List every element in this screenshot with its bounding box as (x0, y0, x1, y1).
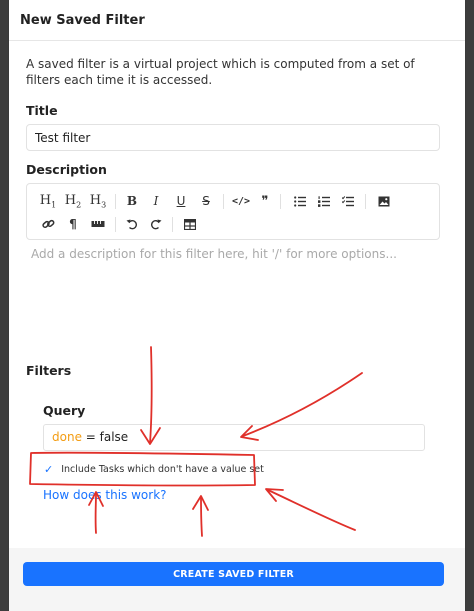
backdrop-left (0, 0, 8, 611)
strikethrough-icon: S (202, 194, 210, 208)
create-saved-filter-button[interactable]: CREATE SAVED FILTER (23, 562, 444, 586)
ruler-icon (91, 221, 105, 227)
how-does-this-work-link[interactable]: How does this work? (43, 488, 167, 502)
filters-label: Filters (26, 363, 72, 378)
quote-icon: ❞ (261, 193, 269, 209)
code-icon: </> (231, 195, 251, 207)
heading-2-button[interactable]: H2 (63, 189, 83, 213)
checkmark-icon: ✓ (44, 462, 54, 476)
backdrop-right (466, 0, 474, 611)
description-editor[interactable]: H1 H2 H3 B I U S </> ❞ ¶ (26, 183, 440, 240)
ordered-list-button[interactable] (315, 189, 333, 213)
insert-table-button[interactable] (180, 212, 200, 236)
bullet-list-icon (294, 195, 306, 207)
query-keyword: done (52, 430, 82, 444)
insert-image-button[interactable] (375, 189, 393, 213)
code-button[interactable]: </> (230, 189, 252, 213)
toolbar-divider (115, 217, 116, 232)
title-label: Title (26, 103, 58, 118)
paragraph-icon: ¶ (69, 217, 77, 231)
redo-button[interactable] (147, 212, 165, 236)
bullet-list-button[interactable] (291, 189, 309, 213)
query-expression: = false (81, 430, 129, 444)
description-placeholder[interactable]: Add a description for this filter here, … (31, 247, 397, 261)
query-input[interactable]: done = false (43, 424, 425, 451)
link-icon (41, 219, 54, 229)
bold-button[interactable]: B (123, 189, 141, 213)
heading-1-button[interactable]: H1 (38, 189, 58, 213)
italic-button[interactable]: I (147, 189, 165, 213)
heading-3-button[interactable]: H3 (88, 189, 108, 213)
strikethrough-button[interactable]: S (197, 189, 215, 213)
toolbar-row-1: H1 H2 H3 B I U S </> ❞ (27, 189, 439, 213)
task-list-icon (342, 195, 354, 206)
undo-button[interactable] (123, 212, 141, 236)
description-label: Description (26, 162, 107, 177)
query-label: Query (43, 403, 86, 418)
toolbar-divider (115, 194, 116, 209)
bold-icon: B (126, 194, 138, 208)
intro-text: A saved filter is a virtual project whic… (26, 57, 415, 87)
paragraph-button[interactable]: ¶ (63, 212, 83, 236)
underline-button[interactable]: U (172, 189, 190, 213)
include-nulls-label: Include Tasks which don't have a value s… (61, 463, 264, 475)
new-saved-filter-modal: New Saved Filter A saved filter is a vir… (9, 0, 465, 611)
table-icon (184, 218, 196, 230)
modal-title: New Saved Filter (20, 12, 145, 28)
modal-header: New Saved Filter (9, 0, 465, 41)
heading-3-icon: H3 (89, 192, 107, 210)
toolbar-row-2: ¶ (27, 212, 439, 236)
toolbar-divider (365, 194, 366, 209)
toolbar-divider (172, 217, 173, 232)
link-button[interactable] (38, 212, 58, 236)
toolbar-divider (280, 194, 281, 209)
title-input[interactable] (26, 124, 440, 151)
image-icon (378, 196, 390, 206)
italic-icon: I (153, 194, 159, 208)
task-list-button[interactable] (339, 189, 357, 213)
modal-footer: CREATE SAVED FILTER (9, 548, 465, 611)
include-nulls-checkbox[interactable]: ✓ Include Tasks which don't have a value… (44, 460, 264, 478)
toolbar-divider (223, 194, 224, 209)
undo-icon (126, 219, 138, 230)
redo-icon (150, 219, 162, 230)
underline-icon: U (176, 194, 186, 208)
heading-1-icon: H1 (39, 192, 57, 210)
ordered-list-icon (318, 195, 330, 207)
heading-2-icon: H2 (64, 192, 82, 210)
horizontal-rule-button[interactable] (88, 212, 108, 236)
blockquote-button[interactable]: ❞ (256, 189, 274, 213)
